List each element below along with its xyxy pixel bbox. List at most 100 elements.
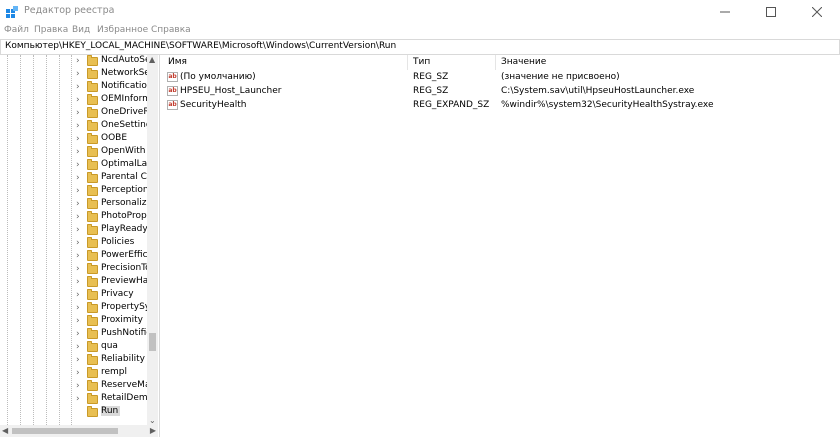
scroll-thumb[interactable]: [12, 428, 118, 434]
value-row[interactable]: ab (По умолчанию) REG_SZ (значение не присв…: [163, 70, 840, 84]
folder-icon: [87, 146, 98, 157]
tree-horizontal-scrollbar[interactable]: ◀ ▶: [0, 425, 158, 437]
tree-item[interactable]: › rempl: [0, 367, 147, 380]
tree-item[interactable]: › OOBE: [0, 133, 147, 146]
tree-item[interactable]: › Parental Co: [0, 172, 147, 185]
address-bar[interactable]: Компьютер\HKEY_LOCAL_MACHINE\SOFTWARE\Mi…: [0, 39, 840, 55]
menu-file[interactable]: Файл: [4, 25, 29, 35]
folder-icon: [87, 393, 98, 404]
folder-icon: [87, 315, 98, 326]
expand-chevron-icon[interactable]: ›: [76, 251, 80, 261]
tree-item[interactable]: › Reliability: [0, 354, 147, 367]
value-row[interactable]: ab SecurityHealth REG_EXPAND_SZ %windir%\sy…: [163, 98, 840, 112]
tree-item[interactable]: › PushNotifica: [0, 328, 147, 341]
tree-item[interactable]: › OEMInform: [0, 94, 147, 107]
expand-chevron-icon[interactable]: ›: [76, 303, 80, 313]
expand-chevron-icon[interactable]: ›: [76, 82, 80, 92]
menu-edit[interactable]: Правка: [34, 25, 68, 35]
tree-item[interactable]: › PrecisionTo: [0, 263, 147, 276]
expand-chevron-icon[interactable]: ›: [76, 264, 80, 274]
tree-item[interactable]: › RetailDemo: [0, 393, 147, 406]
value-row[interactable]: ab HPSEU_Host_Launcher REG_SZ C:\System.sav…: [163, 84, 840, 98]
expand-chevron-icon[interactable]: ›: [76, 212, 80, 222]
scroll-left-icon[interactable]: ◀: [2, 426, 8, 435]
tree-item[interactable]: › NetworkSer: [0, 68, 147, 81]
expand-chevron-icon[interactable]: ›: [76, 225, 80, 235]
tree-item[interactable]: › OneDriveRa: [0, 107, 147, 120]
expand-chevron-icon[interactable]: ›: [76, 69, 80, 79]
expand-chevron-icon[interactable]: ›: [76, 147, 80, 157]
expand-chevron-icon[interactable]: ›: [76, 290, 80, 300]
tree-item[interactable]: › PropertySys: [0, 302, 147, 315]
folder-icon: [87, 354, 98, 365]
scroll-thumb[interactable]: [149, 333, 156, 351]
maximize-button[interactable]: [748, 0, 794, 23]
menu-bar: Файл Правка Вид Избранное Справка: [0, 23, 840, 39]
column-header-name[interactable]: Имя: [163, 55, 408, 70]
tree-item[interactable]: Run: [0, 406, 147, 419]
tree-item[interactable]: › OneSettings: [0, 120, 147, 133]
expand-chevron-icon[interactable]: ›: [76, 277, 80, 287]
tree-item-label: OOBE: [101, 133, 128, 143]
tree-item[interactable]: › Privacy: [0, 289, 147, 302]
expand-chevron-icon[interactable]: ›: [76, 108, 80, 118]
expand-chevron-icon[interactable]: ›: [76, 121, 80, 131]
scroll-right-icon[interactable]: ▶: [150, 426, 156, 435]
expand-chevron-icon[interactable]: ›: [76, 329, 80, 339]
value-data: (значение не присвоено): [501, 72, 620, 82]
tree-item[interactable]: › PlayReady: [0, 224, 147, 237]
expand-chevron-icon[interactable]: ›: [76, 355, 80, 365]
tree-item-label: Run: [101, 406, 121, 416]
tree-item[interactable]: › OpenWith: [0, 146, 147, 159]
scroll-up-icon[interactable]: ▲: [149, 55, 155, 64]
expand-chevron-icon[interactable]: ›: [76, 381, 80, 391]
folder-icon: [87, 263, 98, 274]
expand-chevron-icon[interactable]: ›: [76, 56, 80, 66]
expand-chevron-icon[interactable]: ›: [76, 238, 80, 248]
tree-item[interactable]: › PhotoPrope: [0, 211, 147, 224]
tree-vertical-scrollbar[interactable]: ▲ ⌄: [147, 55, 158, 425]
value-name: (По умолчанию): [180, 72, 256, 82]
tree-item[interactable]: › PowerEfficie: [0, 250, 147, 263]
window-title: Редактор реестра: [24, 5, 115, 16]
tree-item-label: RetailDemo: [101, 393, 147, 403]
menu-favorites[interactable]: Избранное: [97, 25, 148, 35]
tree-item[interactable]: › qua: [0, 341, 147, 354]
tree-item[interactable]: › Proximity: [0, 315, 147, 328]
tree-item-label: OpenWith: [101, 146, 146, 156]
tree-item-label: PowerEfficie: [101, 250, 147, 260]
scroll-down-icon[interactable]: ⌄: [149, 416, 156, 425]
address-path[interactable]: Компьютер\HKEY_LOCAL_MACHINE\SOFTWARE\Mi…: [5, 41, 396, 51]
tree-item[interactable]: › PreviewHan: [0, 276, 147, 289]
column-header-value[interactable]: Значение: [496, 55, 840, 70]
column-header-type[interactable]: Тип: [408, 55, 496, 70]
value-name: HPSEU_Host_Launcher: [180, 86, 282, 96]
tree-item-label: OptimalLay: [101, 159, 147, 169]
expand-chevron-icon[interactable]: ›: [76, 95, 80, 105]
tree-item[interactable]: › Policies: [0, 237, 147, 250]
values-list[interactable]: Имя Тип Значение ab (По умолчанию) REG_SZ(…: [163, 55, 840, 437]
expand-chevron-icon[interactable]: ›: [76, 173, 80, 183]
tree-item[interactable]: › OptimalLay: [0, 159, 147, 172]
folder-icon: [87, 81, 98, 92]
expand-chevron-icon[interactable]: ›: [76, 199, 80, 209]
tree-item[interactable]: › PerceptionS: [0, 185, 147, 198]
expand-chevron-icon[interactable]: ›: [76, 186, 80, 196]
tree-item[interactable]: › Personalizat: [0, 198, 147, 211]
minimize-button[interactable]: [702, 0, 748, 23]
tree-item[interactable]: › ReserveMar: [0, 380, 147, 393]
tree-item[interactable]: › NcdAutoSe: [0, 55, 147, 68]
menu-view[interactable]: Вид: [72, 25, 90, 35]
tree-item[interactable]: › Notification: [0, 81, 147, 94]
minimize-icon: [720, 11, 730, 12]
expand-chevron-icon[interactable]: ›: [76, 316, 80, 326]
expand-chevron-icon[interactable]: ›: [76, 342, 80, 352]
expand-chevron-icon[interactable]: ›: [76, 368, 80, 378]
close-button[interactable]: [794, 0, 840, 23]
menu-help[interactable]: Справка: [151, 25, 191, 35]
folder-icon: [87, 185, 98, 196]
expand-chevron-icon[interactable]: ›: [76, 134, 80, 144]
expand-chevron-icon[interactable]: ›: [76, 160, 80, 170]
expand-chevron-icon[interactable]: ›: [76, 394, 80, 404]
key-tree[interactable]: › NcdAutoSe › NetworkSer › Notification › OEMIn…: [0, 55, 160, 437]
